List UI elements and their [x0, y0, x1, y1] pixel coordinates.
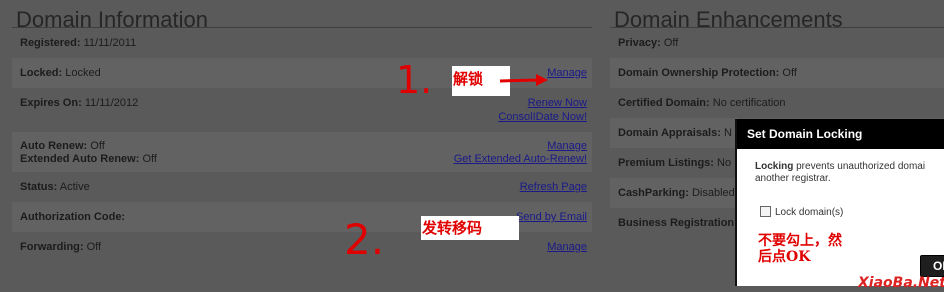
domain-appraisals-value: N — [723, 127, 732, 139]
expires-value: 11/11/2012 — [84, 97, 139, 109]
locked-value: Locked — [65, 67, 101, 79]
domain-information-title: Domain Information — [12, 0, 592, 32]
registered-value: 11/11/2011 — [83, 37, 137, 49]
step2-label: 发转移码 — [422, 219, 483, 237]
auto-renew-manage-link[interactable]: Manage — [547, 140, 587, 153]
step2-label-box: 发转移码 — [421, 216, 519, 240]
dialog-title: Set Domain Locking — [737, 119, 944, 149]
get-extended-auto-renew-link[interactable]: Get Extended Auto-Renew! — [454, 153, 587, 166]
dialog-note-line1: 不要勾上，然 — [758, 233, 842, 249]
registered-row: Registered: 11/11/2011 — [12, 28, 592, 58]
privacy-value: Off — [663, 37, 679, 49]
domain-enhancements-title: Domain Enhancements — [610, 0, 944, 32]
expires-label: Expires On: — [20, 97, 82, 109]
dialog-note-annotation: 不要勾上，然 后点OK — [758, 233, 842, 265]
status-value: Active — [59, 181, 90, 193]
step2-number-annotation: 2. — [344, 215, 385, 264]
dialog-desc-bold: Locking — [755, 161, 794, 172]
ownership-protection-row: Domain Ownership Protection: Off — [610, 58, 944, 88]
renew-now-link[interactable]: Renew Now — [528, 97, 587, 110]
certified-domain-row: Certified Domain: No certification — [610, 88, 944, 118]
send-by-email-link[interactable]: Send by Email — [516, 211, 587, 224]
status-label: Status: — [20, 181, 58, 193]
dialog-desc-rest: prevents unauthorized domai — [796, 161, 926, 172]
watermark-text: XiaoBa.Net — [858, 275, 944, 291]
extended-auto-renew-label: Extended Auto Renew: — [20, 153, 140, 165]
premium-listings-label: Premium Listings: — [618, 157, 714, 169]
business-registration-label: Business Registration — [618, 217, 735, 229]
dialog-note-line2: 后点OK — [758, 249, 811, 265]
status-row: Status: Active Refresh Page — [12, 172, 592, 202]
forwarding-label: Forwarding: — [20, 241, 84, 253]
locked-manage-link[interactable]: Manage — [547, 67, 587, 80]
refresh-page-link[interactable]: Refresh Page — [520, 181, 587, 194]
locked-label: Locked: — [20, 67, 63, 79]
lock-domain-label: Lock domain(s) — [775, 207, 844, 218]
lock-domain-checkbox[interactable] — [760, 206, 771, 217]
registered-label: Registered: — [20, 37, 81, 49]
auto-renew-label: Auto Renew: — [20, 140, 88, 152]
premium-listings-value: No — [717, 157, 732, 169]
forwarding-value: Off — [86, 241, 102, 253]
privacy-row: Privacy: Off — [610, 28, 944, 58]
step1-arrow-icon — [499, 74, 548, 86]
forwarding-manage-link[interactable]: Manage — [547, 241, 587, 254]
ok-button[interactable]: OK — [920, 255, 944, 277]
step1-label: 解锁 — [453, 70, 484, 88]
ownership-protection-value: Off — [782, 67, 797, 79]
domain-appraisals-label: Domain Appraisals: — [618, 127, 721, 139]
certified-domain-label: Certified Domain: — [618, 97, 710, 109]
auto-renew-row: Auto Renew: Off Extended Auto Renew: Off… — [12, 132, 592, 172]
consolidate-now-link[interactable]: ConsolIDate Now! — [498, 111, 587, 124]
auto-renew-value: Off — [90, 140, 105, 152]
authorization-code-label: Authorization Code: — [20, 211, 126, 223]
set-domain-locking-dialog: Set Domain Locking Locking prevents unau… — [735, 119, 944, 286]
privacy-label: Privacy: — [618, 37, 661, 49]
extended-auto-renew-value: Off — [142, 153, 157, 165]
dialog-desc-line2: another registrar. — [755, 173, 831, 184]
certified-domain-value: No certification — [712, 97, 786, 109]
step1-number-annotation: 1. — [396, 58, 433, 102]
cashparking-label: CashParking: — [618, 187, 689, 199]
ownership-protection-label: Domain Ownership Protection: — [618, 67, 780, 79]
cashparking-value: Disabled — [691, 187, 735, 199]
dialog-description: Locking prevents unauthorized domai anot… — [755, 161, 925, 185]
